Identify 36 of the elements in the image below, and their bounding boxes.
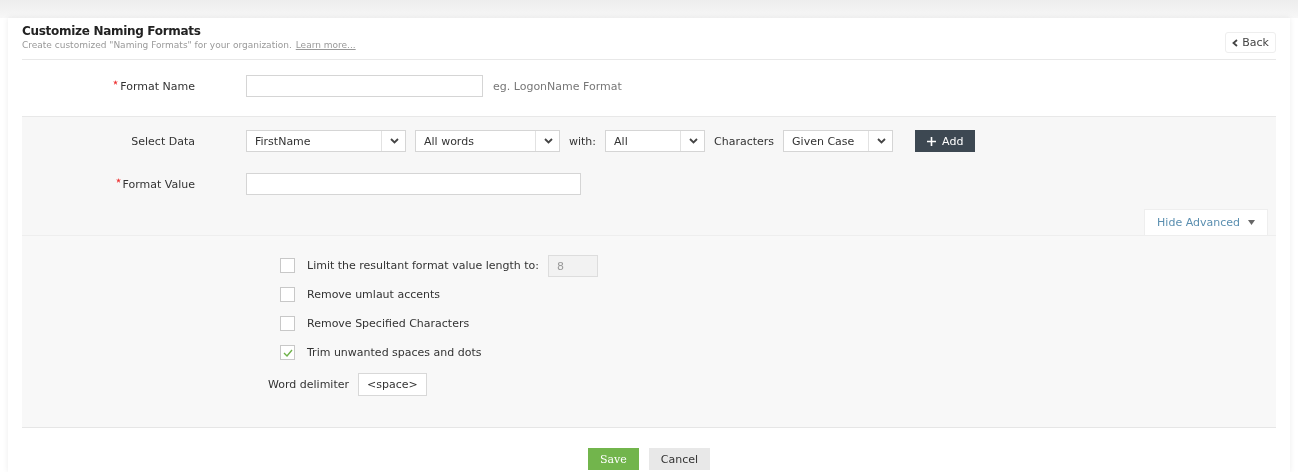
option-label: Remove Specified Characters (307, 317, 470, 330)
chevron-down-icon (877, 138, 887, 144)
chevron-down-icon (390, 138, 399, 144)
option-label: Remove umlaut accents (307, 288, 441, 301)
advanced-toggle[interactable]: Hide Advanced (1144, 209, 1268, 235)
hint-text: eg. LogonName Format (493, 79, 622, 93)
plus-icon (927, 136, 937, 146)
chevron-down-icon (689, 138, 699, 144)
checkbox[interactable] (280, 258, 295, 273)
input-field[interactable] (246, 173, 581, 195)
caret-down-icon (1248, 220, 1255, 225)
cancel-button[interactable]: Cancel (648, 448, 711, 470)
check-icon (282, 348, 293, 357)
checkbox[interactable] (280, 345, 295, 360)
option-label: Limit the resultant format value length to: (307, 259, 539, 272)
checkbox[interactable] (280, 316, 295, 331)
checkbox[interactable] (280, 287, 295, 302)
page-title: Customize Naming Formats (22, 24, 202, 38)
dropdown[interactable]: All words (415, 130, 560, 152)
dropdown[interactable]: FirstName (246, 130, 406, 152)
chevron-down-icon (544, 138, 553, 144)
field-label: Format Value (122, 177, 195, 191)
option-label: Trim unwanted spaces and dots (307, 346, 482, 359)
field-label: Word delimiter (268, 378, 349, 391)
delimiter-field[interactable]: <space> (358, 373, 427, 396)
field-label: Format Name (120, 79, 195, 93)
chevron-left-icon (1232, 38, 1239, 47)
field-label: Select Data (131, 134, 195, 148)
dropdown[interactable]: Given Case (783, 130, 894, 152)
add-button[interactable]: Add (915, 130, 976, 152)
page-subtitle: Create customized "Naming Formats" for your organization. Learn more... (22, 40, 356, 50)
connector-label: Characters (714, 134, 775, 148)
connector-label: with: (569, 134, 597, 148)
input-field[interactable] (246, 75, 483, 97)
back-button[interactable]: Back (1225, 32, 1276, 53)
dropdown[interactable]: All (605, 130, 706, 152)
